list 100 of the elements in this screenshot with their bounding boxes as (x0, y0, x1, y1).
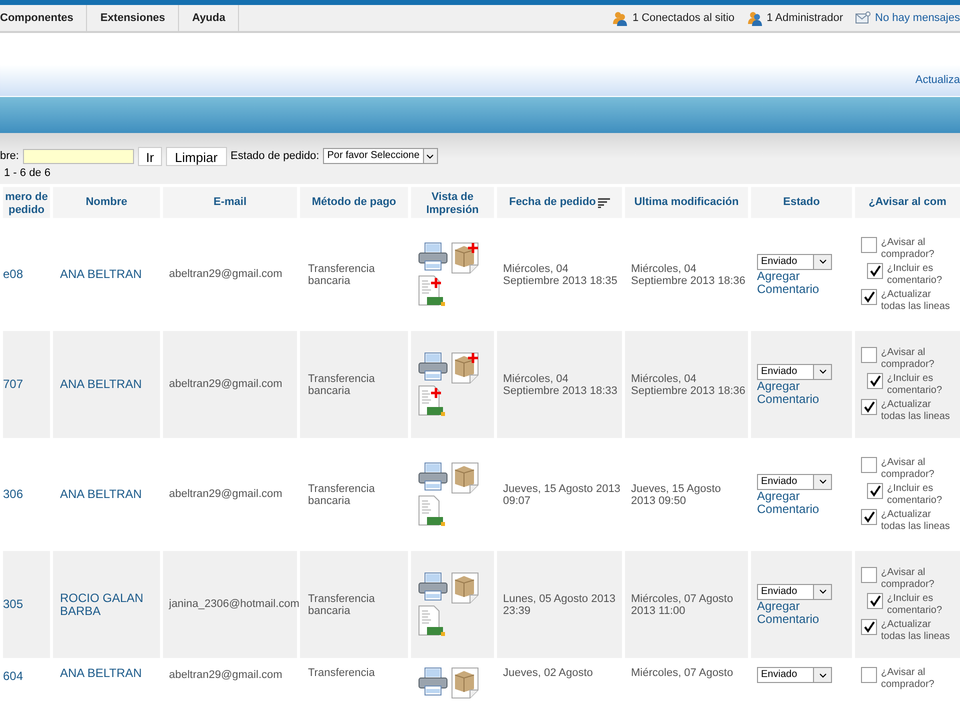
customer-name-link[interactable]: ANA BELTRAN (60, 378, 160, 391)
add-comment-link[interactable]: Agregar Comentario (757, 490, 852, 516)
email-text: abeltran29@gmail.com (169, 378, 282, 390)
users-icon (612, 10, 628, 26)
invoice-icon[interactable] (418, 605, 446, 637)
checkbox-label: ¿Incluir es comentario? (887, 482, 942, 506)
checkbox[interactable] (861, 456, 877, 472)
printer-icon[interactable] (418, 242, 448, 272)
payment-method-text: Transferencia (308, 667, 376, 679)
order-number-link[interactable]: 707 (3, 377, 24, 392)
checkbox[interactable] (861, 288, 877, 304)
invoice-icon[interactable] (418, 385, 446, 417)
checkbox-label: ¿Actualizar todas las lineas (881, 508, 950, 532)
checkbox[interactable] (861, 618, 877, 634)
menu-item[interactable]: Extensiones (87, 5, 180, 31)
clear-button[interactable]: Limpiar (166, 146, 227, 166)
checkbox[interactable] (861, 346, 877, 362)
checkmark-icon (869, 374, 881, 386)
chevron-down-icon (818, 672, 826, 678)
invoice-icon[interactable] (418, 495, 446, 527)
menu-item[interactable]: Componentes (0, 5, 88, 31)
checkbox[interactable] (861, 566, 877, 582)
update-link[interactable]: Actualiza (915, 72, 960, 88)
order-number-link[interactable]: 305 (3, 597, 24, 612)
order-date-text: Jueves, 02 Agosto (503, 667, 594, 679)
email-text: abeltran29@gmail.com (169, 669, 282, 681)
chevron-down-icon (818, 479, 826, 484)
payment-method-text: Transferencia bancaria (308, 592, 376, 616)
checkbox[interactable] (861, 398, 877, 414)
order-date-text: Miércoles, 04 Septiembre 2013 18:33 (503, 372, 618, 396)
customer-name-link[interactable]: ANA BELTRAN (60, 268, 160, 281)
chevron-down-icon (818, 259, 826, 264)
checkbox-label: ¿Avisar al comprador? (881, 456, 934, 480)
users-icon (746, 10, 763, 26)
modified-date-text: Miércoles, 04 Septiembre 2013 18:36 (631, 262, 746, 286)
order-number-link[interactable]: e08 (3, 267, 24, 282)
checkbox[interactable] (861, 508, 877, 524)
checkbox[interactable] (867, 262, 883, 278)
checkbox[interactable] (861, 236, 877, 252)
status-text: 1 Conectados al sitio (632, 10, 735, 26)
column-header[interactable]: E-mail (213, 196, 246, 210)
printer-icon[interactable] (418, 462, 448, 492)
payment-method-text: Transferencia bancaria (308, 372, 376, 396)
column-header[interactable]: Estado (783, 196, 820, 210)
modified-date-text: Miércoles, 04 Septiembre 2013 18:36 (631, 372, 746, 396)
checkbox-label: ¿Avisar al comprador? (881, 667, 934, 691)
add-comment-link[interactable]: Agregar Comentario (757, 380, 852, 406)
order-number-link[interactable]: 604 (3, 669, 24, 683)
go-button[interactable]: Ir (138, 146, 162, 166)
checkmark-icon (863, 620, 875, 632)
sort-icon (598, 198, 610, 208)
checkbox-label: ¿Actualizar todas las lineas (881, 288, 950, 312)
checkbox-label: ¿Incluir es comentario? (887, 372, 942, 396)
status-filter-select[interactable]: Por favor Seleccione (323, 148, 438, 164)
order-date-text: Jueves, 15 Agosto 2013 09:07 (503, 482, 622, 506)
checkbox[interactable] (861, 667, 877, 683)
checkbox[interactable] (867, 482, 883, 498)
payment-method-text: Transferencia bancaria (308, 262, 376, 286)
status-select[interactable]: Enviado (757, 584, 832, 600)
package-icon[interactable] (451, 352, 479, 384)
column-header[interactable]: Nombre (86, 196, 128, 210)
package-icon[interactable] (451, 242, 479, 274)
checkbox[interactable] (867, 592, 883, 608)
filter-label: bre: (0, 148, 19, 164)
package-icon[interactable] (451, 572, 479, 604)
checkbox[interactable] (867, 372, 883, 388)
checkbox-label: ¿Incluir es comentario? (887, 262, 942, 286)
messages-link[interactable]: No hay mensajes (875, 10, 960, 26)
checkbox-label: ¿Actualizar todas las lineas (881, 618, 950, 642)
status-select[interactable]: Enviado (757, 667, 832, 683)
status-filter-label: Estado de pedido: (230, 148, 320, 164)
printer-icon[interactable] (418, 667, 448, 697)
email-text: abeltran29@gmail.com (169, 488, 282, 500)
package-icon[interactable] (451, 462, 479, 494)
email-text: janina_2306@hotmail.com (169, 598, 300, 610)
add-comment-link[interactable]: Agregar Comentario (757, 600, 852, 626)
checkbox-label: ¿Avisar al comprador? (881, 346, 934, 370)
menu-item[interactable]: Ayuda (179, 5, 240, 31)
checkbox-label: ¿Incluir es comentario? (887, 592, 942, 616)
status-select[interactable]: Enviado (757, 474, 832, 490)
status-select[interactable]: Enviado (757, 364, 832, 380)
result-count: 1 - 6 de 6 (3, 166, 52, 181)
status-select[interactable]: Enviado (757, 254, 832, 270)
customer-name-link[interactable]: ANA BELTRAN (60, 667, 160, 680)
filter-field[interactable] (22, 148, 134, 164)
checkbox-label: ¿Actualizar todas las lineas (881, 398, 950, 422)
chevron-down-icon (818, 589, 826, 594)
email-text: abeltran29@gmail.com (169, 268, 282, 280)
order-number-link[interactable]: 306 (3, 487, 24, 502)
add-comment-link[interactable]: Agregar Comentario (757, 270, 852, 296)
modified-date-text: Miércoles, 07 Agosto (631, 667, 734, 679)
package-icon[interactable] (451, 667, 479, 699)
checkmark-icon (869, 264, 881, 276)
checkmark-icon (863, 290, 875, 302)
status-text: 1 Administrador (766, 10, 843, 26)
printer-icon[interactable] (418, 352, 448, 382)
printer-icon[interactable] (418, 572, 448, 602)
invoice-icon[interactable] (418, 275, 446, 307)
customer-name-link[interactable]: ANA BELTRAN (60, 488, 160, 501)
checkmark-icon (863, 400, 875, 412)
